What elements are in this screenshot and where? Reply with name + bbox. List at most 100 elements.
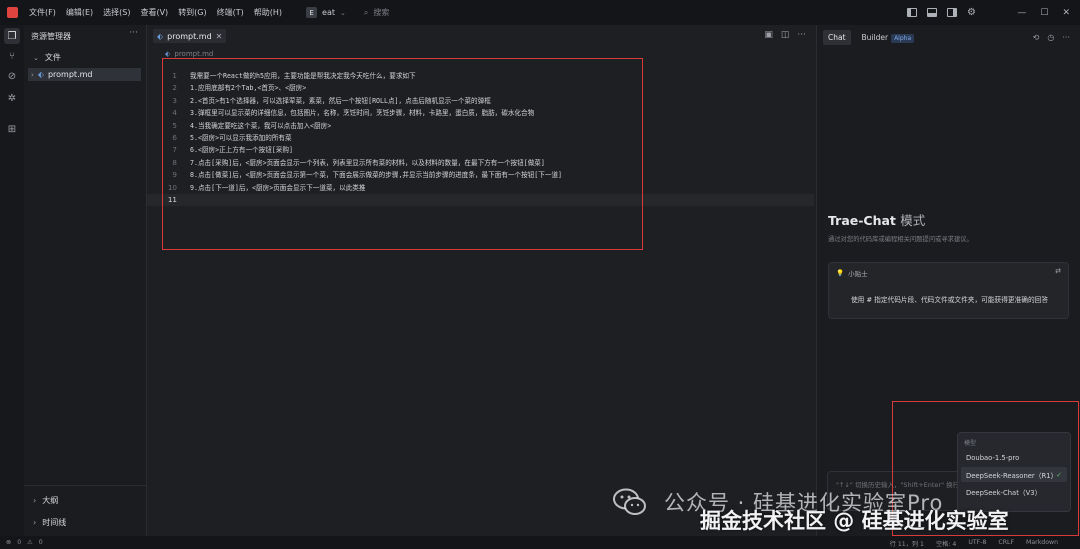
code-line[interactable]: 8 7.点击[采购]后，<厨房>页面会显示一个列表，列表里显示所有菜的材料，以及材… [147, 157, 814, 169]
tip-label: 小贴士 [848, 270, 868, 278]
shuffle-icon[interactable]: ⇄ [1055, 267, 1061, 275]
wechat-logo-icon [613, 488, 646, 515]
more-icon[interactable]: ··· [129, 28, 138, 38]
more-icon[interactable]: ··· [1062, 33, 1070, 42]
explorer-sidebar: 资源管理器 ··· ⌄ 文件 › ⬖ prompt.md [24, 25, 147, 536]
section-files-label: 文件 [44, 53, 61, 62]
watermark-line2: 掘金技术社区 @ 硅基进化实验室 [700, 509, 1009, 533]
minimize-icon[interactable]: — [1017, 8, 1026, 18]
toggle-panel-icon[interactable] [927, 8, 938, 17]
language-mode[interactable]: Markdown [1026, 539, 1058, 548]
code-line[interactable]: 11 [147, 193, 814, 207]
code-line[interactable]: 2 1.应用底部有2个Tab,<首页>、<厨房> [147, 82, 814, 94]
history-icon[interactable]: ⟲ [1033, 33, 1040, 42]
menu-terminal[interactable]: 终端(T) [217, 7, 244, 18]
error-icon: ⊗ [6, 539, 12, 546]
line-number: 4 [172, 108, 177, 118]
line-text: 3.弹框里可以显示菜的详细信息，包括图片，名称，烹饪时间，烹饪步骤，材料，卡路里… [190, 109, 535, 118]
toggle-sidebar-icon[interactable] [907, 8, 918, 17]
line-number: 6 [172, 132, 177, 142]
line-text: 6.<厨房>正上方有一个按钮[采购] [190, 146, 293, 155]
breadcrumb-file[interactable]: prompt.md [174, 50, 213, 58]
file-item-prompt[interactable]: › ⬖ prompt.md [28, 68, 141, 81]
code-line[interactable]: 9 8.点击[做菜]后，<厨房>页面会显示第一个菜，下面会展示做菜的步骤,并显示当… [147, 169, 814, 181]
split-editor-icon[interactable]: ◫ [781, 30, 790, 40]
tab-builder[interactable]: Builder Alpha [857, 30, 920, 45]
extensions-link-icon[interactable]: ⊘ [4, 68, 20, 84]
menu-go[interactable]: 转到(G) [178, 7, 206, 18]
code-line[interactable]: 10 9.点击[下一道]后，<厨房>页面会显示下一道菜，以此类推 [147, 182, 814, 194]
menu-help[interactable]: 帮助(H) [254, 7, 282, 18]
debug-icon[interactable]: ✲ [4, 90, 20, 106]
preview-icon[interactable]: ▣ [764, 30, 773, 40]
menu-selection[interactable]: 选择(S) [103, 7, 130, 18]
breadcrumb: ⬖ prompt.md [165, 50, 213, 58]
more-icon[interactable]: ··· [797, 30, 806, 40]
tab-label: prompt.md [167, 31, 212, 41]
section-timeline[interactable]: › 时间线 [33, 517, 66, 528]
chat-title: Trae-Chat 模式 [828, 210, 925, 229]
chevron-down-icon: ⌄ [340, 8, 346, 17]
project-switcher[interactable]: E eat ⌄ [306, 7, 346, 18]
error-count: 0 [17, 539, 22, 546]
chevron-right-icon: › [31, 70, 34, 79]
source-control-icon[interactable]: ⑂ [4, 48, 20, 64]
chat-subtitle: 通过对您的代码库或编程相关问题提问或寻求建议。 [828, 236, 973, 243]
cursor-position[interactable]: 行 11，列 1 [890, 539, 924, 548]
menu-edit[interactable]: 编辑(E) [66, 7, 93, 18]
editor-tabs: ⬖ prompt.md ✕ ▣ ◫ ··· [147, 25, 814, 47]
indent-setting[interactable]: 空格: 4 [936, 539, 956, 548]
close-icon[interactable]: ✕ [1062, 8, 1070, 18]
menu-bar: 文件(F) 编辑(E) 选择(S) 查看(V) 转到(G) 终端(T) 帮助(H… [29, 7, 282, 18]
section-outline-label: 大纲 [42, 496, 59, 505]
apps-grid-icon[interactable]: ⊞ [4, 121, 20, 137]
editor-actions: ▣ ◫ ··· [764, 30, 806, 40]
tab-chat[interactable]: Chat [823, 30, 851, 45]
code-line[interactable]: 5 4.当我确定要吃这个菜，我可以点击加入<厨房> [147, 120, 814, 132]
toggle-aux-sidebar-icon[interactable] [947, 8, 958, 17]
markdown-file-icon: ⬖ [165, 50, 171, 58]
line-number: 8 [172, 157, 177, 167]
explorer-icon[interactable]: ❐ [4, 28, 20, 44]
line-text: 1.应用底部有2个Tab,<首页>、<厨房> [190, 84, 307, 93]
tip-header: 💡 小贴士 [836, 268, 868, 278]
code-line[interactable]: 4 3.弹框里可以显示菜的详细信息，包括图片，名称，烹饪时间，烹饪步骤，材料，卡路… [147, 107, 814, 119]
settings-gear-icon[interactable]: ⚙ [967, 7, 976, 18]
line-text: 4.当我确定要吃这个菜，我可以点击加入<厨房> [190, 121, 332, 130]
section-files[interactable]: ⌄ 文件 [33, 52, 61, 63]
line-number: 1 [172, 71, 177, 80]
maximize-icon[interactable]: ☐ [1040, 8, 1048, 18]
section-timeline-label: 时间线 [42, 518, 67, 527]
status-left[interactable]: ⊗ 0 ⚠ 0 [6, 539, 43, 546]
lightbulb-icon: 💡 [836, 269, 845, 277]
code-line[interactable]: 1 我需要一个React做的h5应用，主要功能是帮我决定我今天吃什么，要求如下 [147, 70, 814, 82]
clock-icon[interactable]: ◷ [1047, 33, 1054, 42]
tip-text: 使用 # 指定代码片段、代码文件或文件夹，可能获得更准确的回答 [850, 296, 1049, 304]
line-number: 3 [172, 95, 177, 105]
section-outline[interactable]: › 大纲 [33, 495, 58, 506]
title-bar: 文件(F) 编辑(E) 选择(S) 查看(V) 转到(G) 终端(T) 帮助(H… [0, 0, 1080, 25]
search-box[interactable]: ⌕ 搜索 [364, 7, 389, 18]
line-number: 7 [172, 145, 177, 155]
window-controls: — ☐ ✕ [1017, 0, 1070, 25]
tip-card: 💡 小贴士 ⇄ 使用 # 指定代码片段、代码文件或文件夹，可能获得更准确的回答 [828, 262, 1069, 319]
tab-prompt-md[interactable]: ⬖ prompt.md ✕ [153, 29, 227, 43]
line-text: 9.点击[下一道]后，<厨房>页面会显示下一道菜，以此类推 [190, 183, 366, 192]
encoding[interactable]: UTF-8 [968, 539, 986, 548]
line-text: 我需要一个React做的h5应用，主要功能是帮我决定我今天吃什么，要求如下 [190, 72, 416, 80]
menu-view[interactable]: 查看(V) [140, 7, 168, 18]
alpha-badge: Alpha [891, 34, 915, 43]
line-number: 10 [167, 182, 177, 192]
project-name: eat [322, 8, 336, 17]
close-tab-icon[interactable]: ✕ [216, 32, 223, 41]
project-badge: E [306, 7, 318, 18]
eol[interactable]: CRLF [998, 539, 1014, 548]
code-line[interactable]: 3 2.<首页>有1个选择器，可以选择荤菜，素菜，然后一个按钮[ROLL点]，点击… [147, 95, 814, 107]
menu-file[interactable]: 文件(F) [29, 7, 56, 18]
search-icon: ⌕ [363, 7, 369, 17]
app-logo [7, 7, 18, 18]
code-line[interactable]: 6 5.<厨房>可以显示我添加的所有菜 [147, 132, 814, 144]
line-number: 2 [172, 83, 177, 93]
code-lines[interactable]: 1 我需要一个React做的h5应用，主要功能是帮我决定我今天吃什么，要求如下 2 1… [147, 70, 814, 207]
code-line[interactable]: 7 6.<厨房>正上方有一个按钮[采购] [147, 144, 814, 156]
